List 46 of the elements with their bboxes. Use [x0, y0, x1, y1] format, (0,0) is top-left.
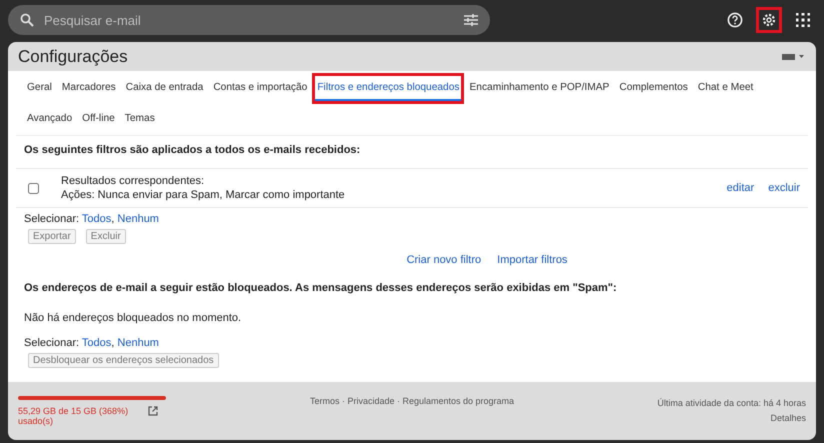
storage-usage: 55,29 GB de 15 GB (368%) usado(s): [18, 406, 130, 426]
search-icon: [20, 13, 34, 27]
search-input[interactable]: Pesquisar e-mail: [42, 12, 456, 28]
comma: ,: [111, 337, 114, 349]
details-link[interactable]: Detalhes: [770, 413, 806, 423]
comma: ,: [111, 213, 114, 225]
settings-tab[interactable]: Filtros e endereços bloqueados: [312, 73, 464, 104]
settings-tab[interactable]: Caixa de entrada: [120, 73, 208, 104]
select-link[interactable]: Todos: [82, 213, 112, 225]
help-icon[interactable]: [727, 12, 743, 28]
settings-title: Configurações: [18, 46, 128, 66]
filter-link[interactable]: Importar filtros: [497, 254, 568, 266]
filter-actions: Ações: Nunca enviar para Spam, Marcar como importante: [61, 188, 346, 202]
settings-tab[interactable]: Marcadores: [56, 73, 121, 104]
settings-tab[interactable]: Avançado: [22, 104, 78, 135]
filter-link[interactable]: excluir: [768, 182, 800, 194]
select-label: Selecionar:: [24, 213, 80, 225]
blocked-heading: Os endereços de e-mail a seguir estão bloqueados. As mensagens desses endereços serão exibidas em "Spam":: [23, 281, 618, 296]
filter-options-icon[interactable]: [464, 14, 478, 26]
filter-checkbox[interactable]: [28, 182, 39, 194]
select-label: Selecionar:: [24, 337, 80, 349]
external-link-icon[interactable]: [148, 406, 158, 416]
empty-message: Não há endereços bloqueados no momento.: [23, 311, 242, 326]
footer-links[interactable]: Termos · Privacidade · Regulamentos do programa: [310, 396, 514, 406]
unblock-button[interactable]: Desbloquear os endereços selecionados: [28, 353, 219, 368]
select-link[interactable]: Nenhum: [117, 337, 159, 349]
settings-icon[interactable]: [761, 12, 777, 28]
keyboard-menu-icon[interactable]: [782, 52, 804, 60]
settings-tab[interactable]: Geral: [22, 73, 57, 104]
settings-tab[interactable]: Temas: [120, 104, 160, 135]
settings-tab[interactable]: Encaminhamento e POP/IMAP: [464, 73, 614, 104]
settings-tab[interactable]: Chat e Meet: [692, 73, 758, 104]
filter-link[interactable]: editar: [726, 182, 754, 194]
action-button[interactable]: Excluir: [86, 229, 126, 244]
last-activity: Última atividade da conta: há 4 horas: [656, 397, 806, 410]
search-bar[interactable]: Pesquisar e-mail: [8, 5, 490, 35]
select-link[interactable]: Todos: [82, 337, 112, 349]
filter-criteria: Resultados correspondentes:: [61, 174, 206, 188]
apps-grid-icon[interactable]: [796, 13, 810, 27]
filters-heading: Os seguintes filtros são aplicados a todos os e-mails recebidos:: [16, 136, 808, 169]
action-button[interactable]: Exportar: [28, 229, 76, 244]
select-link[interactable]: Nenhum: [117, 213, 159, 225]
settings-tab[interactable]: Off-line: [77, 104, 120, 135]
settings-tab[interactable]: Complementos: [614, 73, 693, 104]
filter-link[interactable]: Criar novo filtro: [406, 254, 482, 266]
settings-tab[interactable]: Contas e importação: [208, 73, 312, 104]
